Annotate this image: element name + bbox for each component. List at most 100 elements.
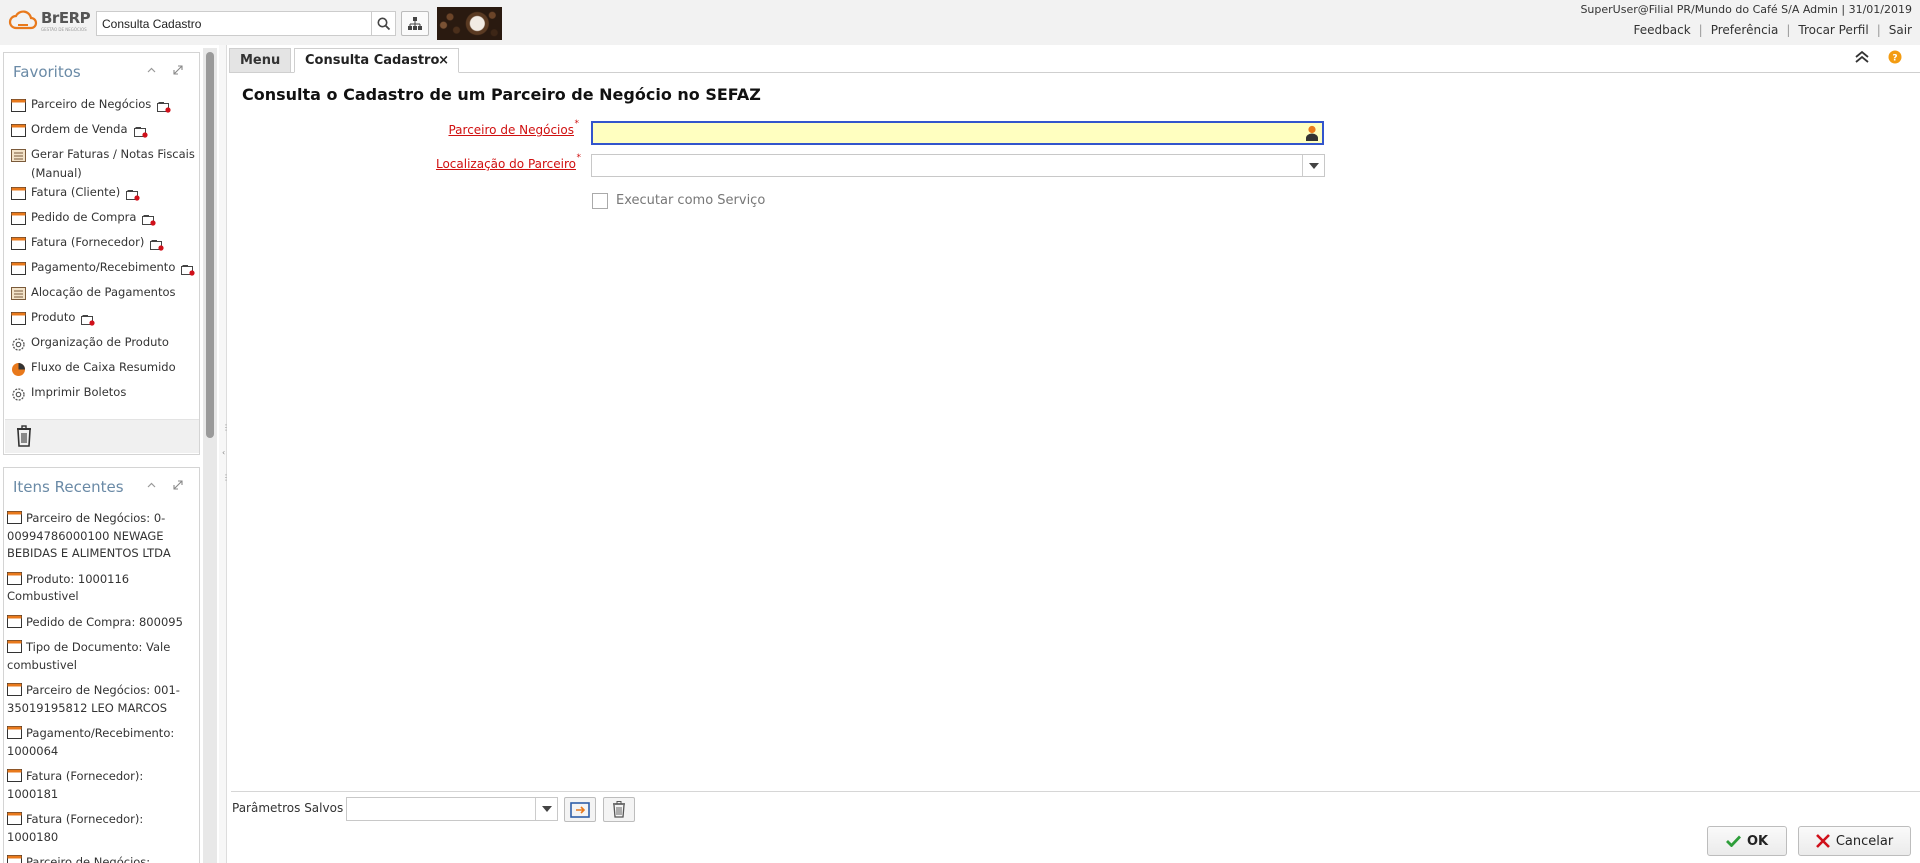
logout-link[interactable]: Sair [1881, 23, 1920, 37]
global-search-input[interactable] [96, 11, 372, 36]
open-new-window-icon[interactable] [126, 188, 140, 201]
trash-icon[interactable] [15, 425, 33, 447]
brand-tagline: GESTÃO DE NEGÓCIOS [41, 26, 87, 32]
ok-button[interactable]: OK [1707, 826, 1787, 856]
feedback-link[interactable]: Feedback [1626, 23, 1699, 37]
page-title: Consulta o Cadastro de um Parceiro de Ne… [242, 85, 761, 104]
favorite-item[interactable]: Parceiro de Negócios [7, 95, 199, 120]
help-icon[interactable]: ? [1888, 50, 1902, 64]
drag-handle-icon: ⋮ [222, 423, 230, 432]
favorites-footer [5, 419, 199, 453]
favorite-item-label: Produto [31, 308, 199, 327]
favorite-item[interactable]: Ordem de Venda [7, 120, 199, 145]
run-as-service-checkbox[interactable] [592, 193, 608, 209]
close-icon [1815, 834, 1830, 848]
open-new-window-icon[interactable] [133, 125, 148, 138]
partner-location-select[interactable] [591, 154, 1325, 177]
chevron-down-icon [541, 806, 552, 812]
saved-parameters-select[interactable] [346, 797, 558, 821]
run-as-service-label[interactable]: Executar como Serviço [616, 193, 765, 208]
open-new-window-icon[interactable] [142, 213, 157, 226]
tab-consulta-cadastro[interactable]: Consulta Cadastro × [294, 48, 459, 73]
recent-items-list: Parceiro de Negócios: 0-00994786000100 N… [7, 510, 197, 863]
partner-location-label-text: Localização do Parceiro [435, 157, 576, 171]
tab-menu[interactable]: Menu [229, 48, 291, 73]
scrollbar-thumb[interactable] [206, 52, 214, 438]
delete-parameters-button[interactable] [603, 797, 635, 822]
change-role-link[interactable]: Trocar Perfil [1790, 23, 1876, 37]
close-tab-icon[interactable]: × [438, 53, 449, 68]
favorite-item[interactable]: Pedido de Compra [7, 208, 199, 233]
recent-item[interactable]: Parceiro de Negócios: [7, 854, 197, 863]
brerp-logo[interactable]: BrERP GESTÃO DE NEGÓCIOS [8, 10, 91, 32]
recent-item[interactable]: Pagamento/Recebimento: 1000064 [7, 725, 197, 760]
favorite-item[interactable]: Produto [7, 308, 199, 333]
business-partner-field[interactable] [591, 121, 1324, 145]
drag-handle-icon: ⋮ [222, 473, 230, 482]
recent-item[interactable]: Fatura (Fornecedor): 1000181 [7, 768, 197, 803]
favorite-item-label: Alocação de Pagamentos [31, 285, 176, 299]
favorite-item[interactable]: Fatura (Fornecedor) [7, 233, 199, 258]
company-logo-image [437, 7, 502, 40]
recent-item[interactable]: Parceiro de Negócios: 001-35019195812 LE… [7, 682, 197, 717]
collapse-header-icon[interactable] [1854, 50, 1870, 64]
favorite-item[interactable]: Fluxo de Caixa Resumido [7, 358, 199, 383]
window-icon [11, 99, 26, 112]
divider [231, 791, 1920, 792]
collapse-icon[interactable] [147, 67, 156, 73]
collapse-left-icon[interactable]: ‹ [222, 448, 225, 457]
dropdown-button[interactable] [1302, 155, 1324, 176]
recent-item[interactable]: Parceiro de Negócios: 0-00994786000100 N… [7, 510, 197, 563]
window-icon [7, 855, 22, 863]
recent-items-panel: Itens Recentes Parceiro de Negócios: 0-0… [3, 467, 200, 863]
save-parameters-button[interactable] [564, 797, 596, 822]
preferences-link[interactable]: Preferência [1703, 23, 1787, 37]
open-new-window-icon[interactable] [181, 263, 195, 276]
person-icon[interactable] [1305, 125, 1319, 141]
ok-label: OK [1746, 833, 1769, 849]
header-bar: BrERP GESTÃO DE NEGÓCIOS SuperUser@Filia… [0, 0, 1920, 45]
trash-icon [613, 801, 625, 818]
user-info: SuperUser@Filial PR/Mundo do Café S/A Ad… [1580, 3, 1912, 16]
open-new-window-icon[interactable] [150, 238, 165, 251]
partner-location-label[interactable]: Localização do Parceiro * [420, 153, 581, 171]
panel-splitter[interactable]: ⋮ ‹ ⋮ [219, 45, 230, 863]
required-mark: * [574, 119, 580, 129]
process-icon [11, 387, 26, 401]
business-partner-label[interactable]: Parceiro de Negócios * [440, 119, 579, 137]
maximize-icon[interactable] [172, 479, 184, 491]
favorite-item-label: Fatura (Fornecedor) [31, 233, 199, 252]
dropdown-button[interactable] [535, 798, 557, 820]
recent-item[interactable]: Tipo de Documento: Vale combustivel [7, 639, 197, 674]
favorite-item[interactable]: Fatura (Cliente) [7, 183, 199, 208]
favorite-item[interactable]: Alocação de Pagamentos [7, 283, 199, 308]
recent-item[interactable]: Produto: 1000116 Combustivel [7, 571, 197, 606]
recent-item[interactable]: Fatura (Fornecedor): 1000180 [7, 811, 197, 846]
required-mark: * [576, 153, 582, 163]
tree-menu-button[interactable] [401, 11, 429, 36]
maximize-icon[interactable] [172, 64, 184, 76]
window-icon [11, 212, 26, 225]
cancel-button[interactable]: Cancelar [1798, 826, 1911, 856]
window-icon [7, 769, 22, 782]
favorite-item[interactable]: Imprimir Boletos [7, 383, 199, 408]
search-button[interactable] [372, 11, 396, 36]
recent-item[interactable]: Pedido de Compra: 800095 [7, 614, 197, 632]
window-icon [7, 571, 22, 585]
top-right-controls: ? [1854, 50, 1902, 64]
recent-item-label: Pagamento/Recebimento: 1000064 [7, 726, 175, 758]
favorite-item-label: Pedido de Compra [31, 208, 199, 227]
favorite-item[interactable]: Organização de Produto [7, 333, 199, 358]
open-new-window-icon[interactable] [157, 100, 171, 113]
collapse-icon[interactable] [147, 482, 156, 488]
svg-text:?: ? [1892, 54, 1897, 64]
window-icon [7, 726, 22, 739]
save-params-icon [570, 801, 590, 818]
recent-item-label: Pedido de Compra: 800095 [26, 614, 183, 629]
favorite-item[interactable]: Gerar Faturas / Notas Fiscais (Manual) [7, 145, 199, 183]
open-new-window-icon[interactable] [81, 313, 95, 326]
favorite-item-label: Organização de Produto [31, 335, 169, 349]
tab-bar: Menu Consulta Cadastro × [229, 48, 1920, 73]
favorite-item[interactable]: Pagamento/Recebimento [7, 258, 199, 283]
header-links: Feedback | Preferência | Trocar Perfil | Sa… [1626, 23, 1920, 37]
